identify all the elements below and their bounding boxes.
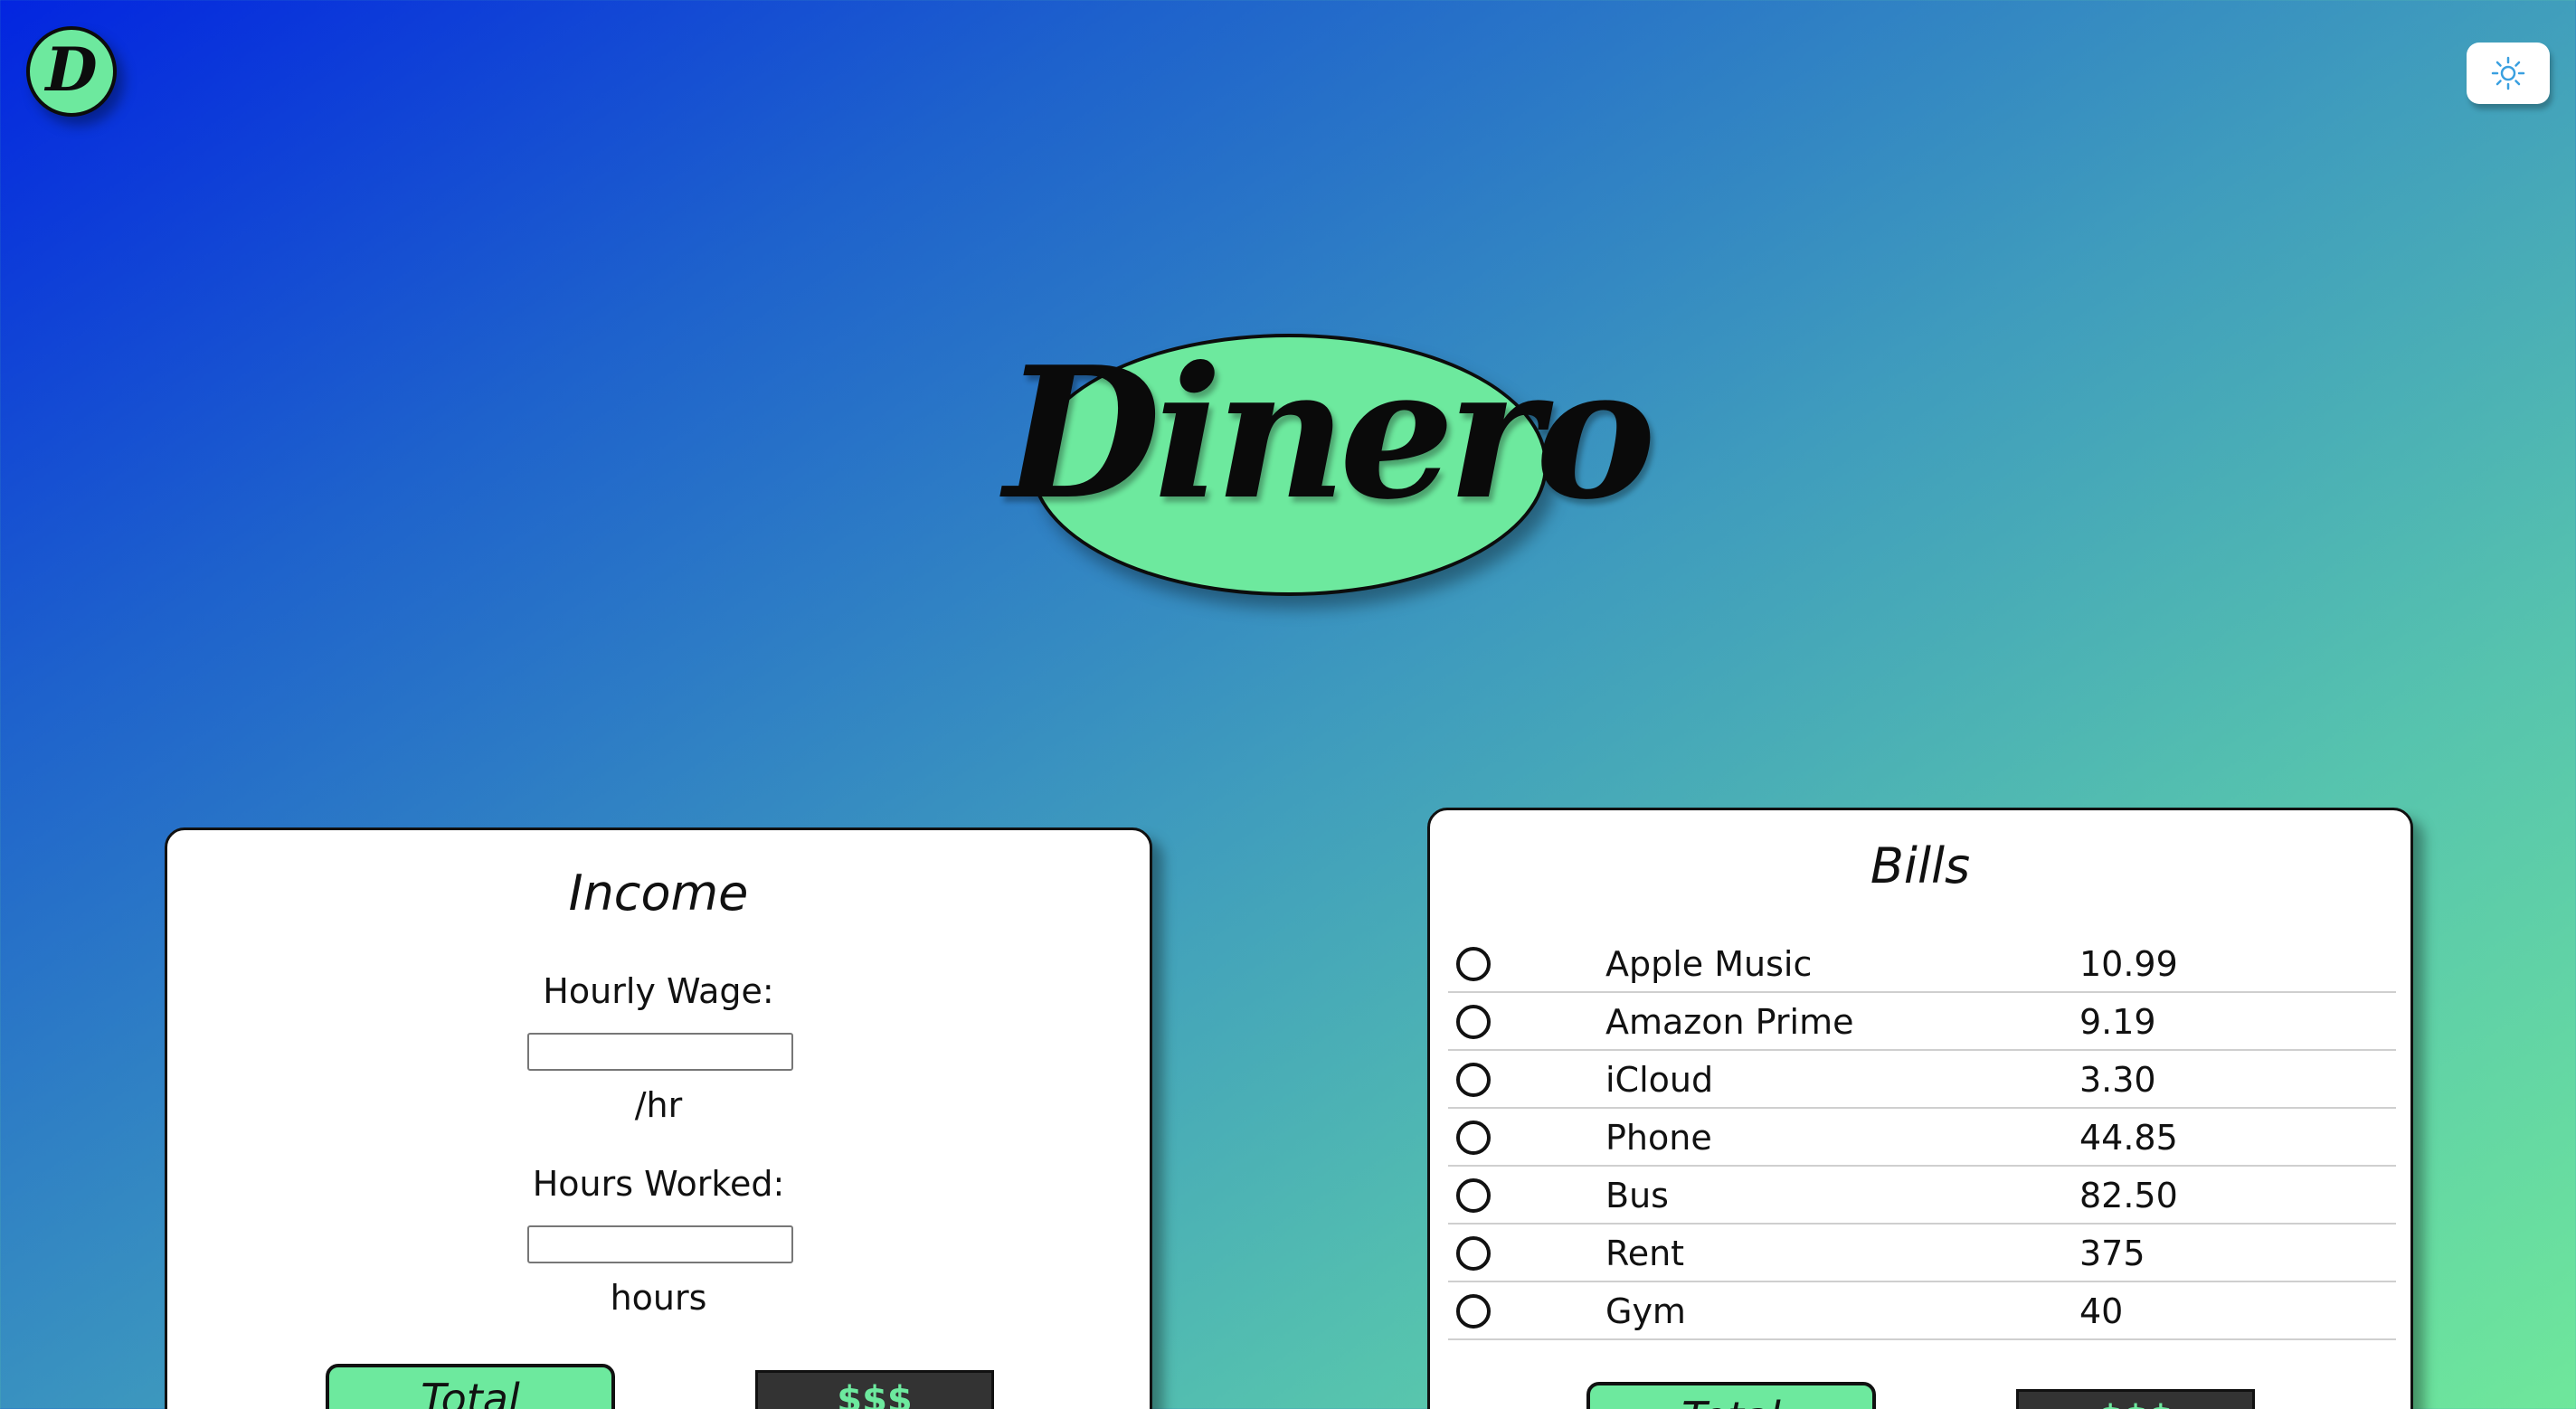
hourly-wage-input[interactable]: [527, 1033, 793, 1071]
bill-row: Apple Music 10.99: [1448, 935, 2396, 993]
hours-worked-input[interactable]: [527, 1225, 793, 1263]
bills-card: Bills Apple Music 10.99 Amazon Prime 9.1…: [1427, 808, 2413, 1409]
corner-logo-letter: D: [45, 34, 98, 105]
theme-toggle-button[interactable]: [2467, 43, 2550, 104]
bill-amount: 10.99: [2079, 944, 2178, 984]
bills-list: Apple Music 10.99 Amazon Prime 9.19 iClo…: [1448, 935, 2396, 1340]
bill-amount: 3.30: [2079, 1060, 2156, 1100]
hourly-unit-label: /hr: [634, 1085, 683, 1125]
bills-total-button[interactable]: Total: [1586, 1382, 1876, 1409]
sun-icon: [2491, 56, 2525, 90]
bill-name: Amazon Prime: [1605, 1002, 1854, 1042]
hourly-wage-label: Hourly Wage:: [543, 971, 774, 1011]
bill-amount: 40: [2079, 1291, 2124, 1331]
bills-title: Bills: [1870, 837, 1971, 894]
income-result: $$$: [755, 1370, 994, 1409]
income-total-button[interactable]: Total: [326, 1364, 615, 1409]
bill-row: Gym 40: [1448, 1282, 2396, 1340]
income-card: Income Hourly Wage: /hr Hours Worked: ho…: [165, 827, 1152, 1409]
bill-radio[interactable]: [1456, 1294, 1491, 1329]
bill-name: Bus: [1605, 1176, 1669, 1215]
hours-unit-label: hours: [610, 1278, 707, 1318]
bill-row: Rent 375: [1448, 1225, 2396, 1282]
bill-amount: 375: [2079, 1234, 2145, 1273]
bill-radio[interactable]: [1456, 1005, 1491, 1039]
bill-radio[interactable]: [1456, 1063, 1491, 1097]
bill-row: Amazon Prime 9.19: [1448, 993, 2396, 1051]
bill-radio[interactable]: [1456, 1121, 1491, 1155]
bill-name: Apple Music: [1605, 944, 1813, 984]
bill-amount: 9.19: [2079, 1002, 2156, 1042]
bill-name: iCloud: [1605, 1060, 1714, 1100]
bill-amount: 44.85: [2079, 1118, 2178, 1158]
bill-amount: 82.50: [2079, 1176, 2178, 1215]
bill-name: Rent: [1605, 1234, 1685, 1273]
bill-name: Gym: [1605, 1291, 1686, 1331]
income-title: Income: [568, 865, 749, 922]
bill-row: iCloud 3.30: [1448, 1051, 2396, 1109]
bill-row: Bus 82.50: [1448, 1167, 2396, 1225]
app-title: Dinero: [1004, 327, 1656, 540]
bills-result: $$$: [2016, 1389, 2255, 1409]
bill-name: Phone: [1605, 1118, 1712, 1158]
hours-worked-label: Hours Worked:: [532, 1164, 785, 1204]
bill-radio[interactable]: [1456, 1236, 1491, 1271]
bill-radio[interactable]: [1456, 1178, 1491, 1213]
bill-radio[interactable]: [1456, 947, 1491, 981]
bill-row: Phone 44.85: [1448, 1109, 2396, 1167]
corner-logo[interactable]: D: [26, 26, 117, 117]
